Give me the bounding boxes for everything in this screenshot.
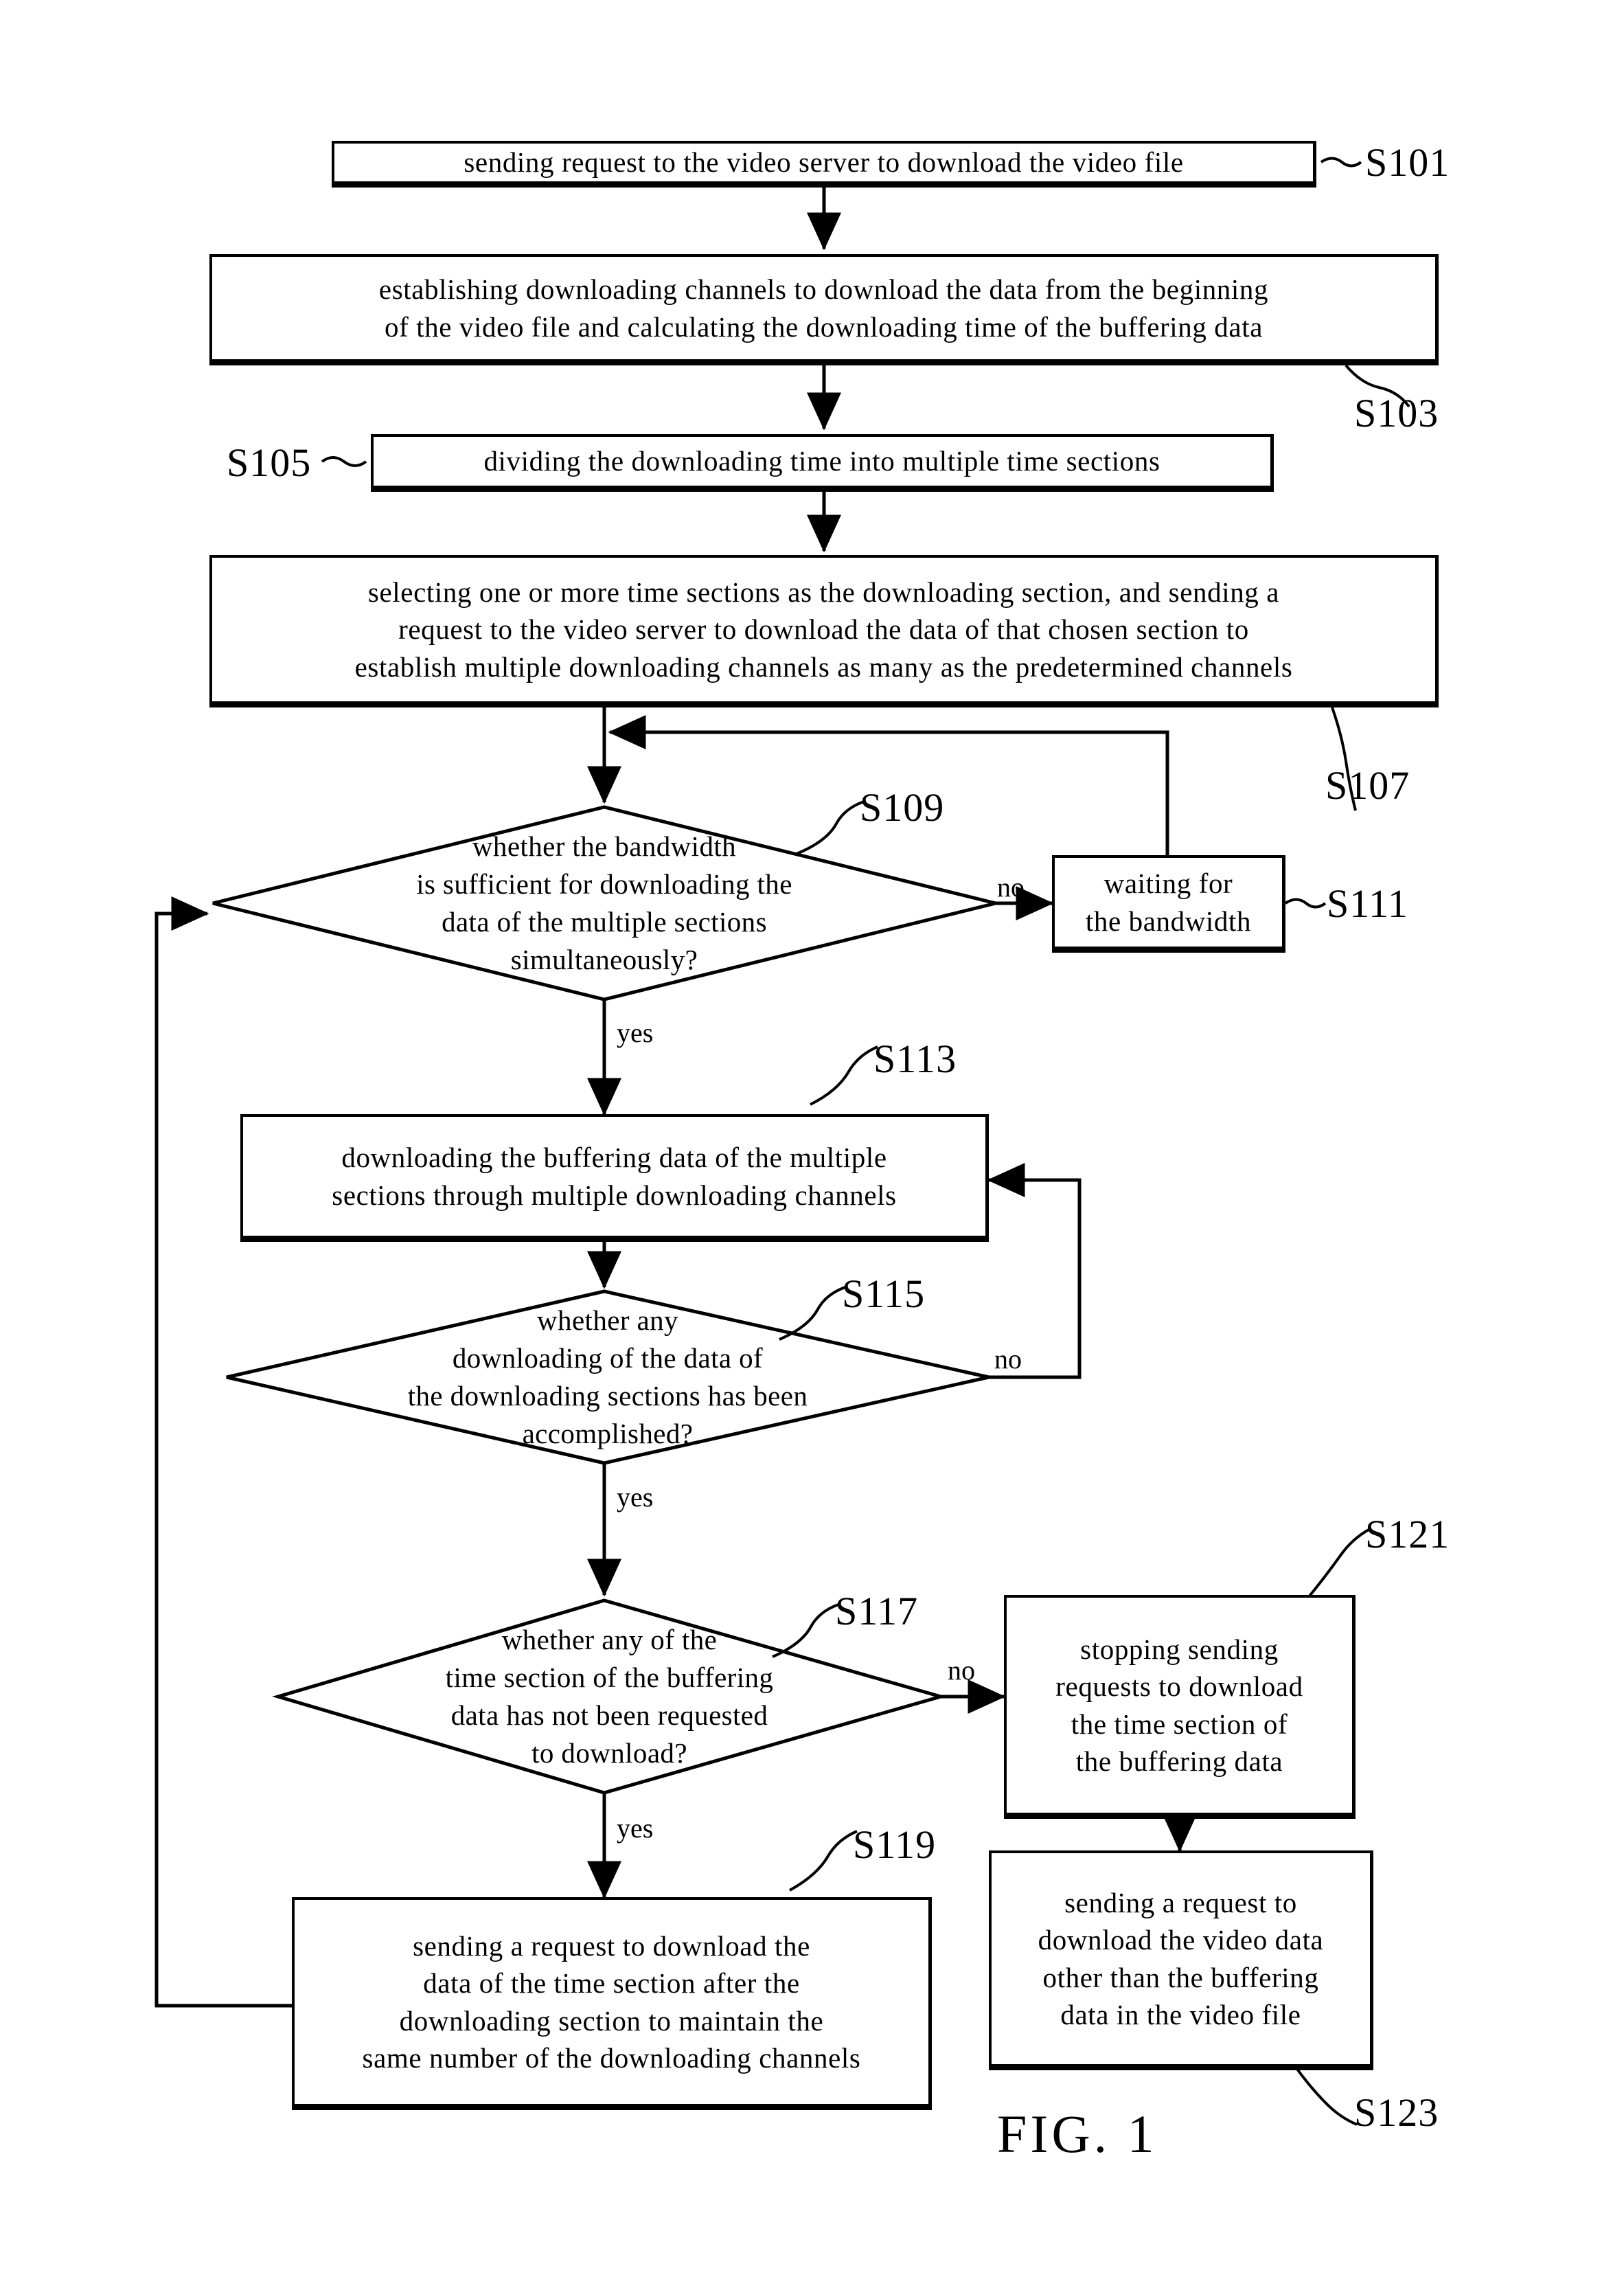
figure-sheet: sending request to the video server to d… bbox=[0, 0, 1624, 2288]
ref-label-s121: S121 bbox=[1365, 1512, 1450, 1556]
edge-label-s117-yes: yes bbox=[617, 1813, 654, 1844]
node-s103[interactable]: establishing downloading channels to dow… bbox=[209, 254, 1439, 365]
node-s123-text: sending a request to download the video … bbox=[1038, 1887, 1324, 2030]
leader-s101 bbox=[1320, 157, 1362, 168]
node-s119-text: sending a request to download the data o… bbox=[362, 1930, 861, 2074]
node-s103-text: establishing downloading channels to dow… bbox=[378, 273, 1269, 343]
leader-s105 bbox=[321, 456, 367, 467]
node-s121[interactable]: stopping sending requests to download th… bbox=[1004, 1595, 1356, 1819]
node-s109-text: whether the bandwidth is sufficient for … bbox=[416, 830, 792, 975]
ref-label-s113: S113 bbox=[873, 1037, 957, 1081]
edge-label-s109-no: no bbox=[997, 872, 1025, 903]
node-s105-text: dividing the downloading time into multi… bbox=[483, 445, 1160, 477]
node-s109[interactable]: whether the bandwidth is sufficient for … bbox=[213, 807, 996, 999]
node-s107-text: selecting one or more time sections as t… bbox=[354, 576, 1293, 683]
ref-label-s105: S105 bbox=[227, 440, 312, 485]
node-s111[interactable]: waiting for the bandwidth bbox=[1052, 855, 1285, 953]
ref-label-s107: S107 bbox=[1325, 763, 1410, 808]
ref-label-s103: S103 bbox=[1354, 391, 1439, 435]
node-s115[interactable]: whether any downloading of the data of t… bbox=[227, 1291, 989, 1463]
leader-s123 bbox=[1295, 2067, 1358, 2126]
edge-label-s115-no: no bbox=[994, 1344, 1022, 1374]
node-s123[interactable]: sending a request to download the video … bbox=[989, 1850, 1373, 2070]
figure-caption: FIG. 1 bbox=[997, 2104, 1158, 2164]
edge-label-s117-no: no bbox=[948, 1655, 975, 1686]
node-s111-text: waiting for the bandwidth bbox=[1085, 868, 1252, 937]
leader-s111 bbox=[1284, 898, 1327, 909]
node-s113-text: downloading the buffering data of the mu… bbox=[332, 1142, 897, 1211]
node-s105[interactable]: dividing the downloading time into multi… bbox=[371, 434, 1274, 492]
edge-label-s109-yes: yes bbox=[617, 1017, 654, 1048]
edge-label-s115-yes: yes bbox=[617, 1482, 654, 1513]
ref-label-s111: S111 bbox=[1327, 881, 1408, 926]
ref-label-s123: S123 bbox=[1354, 2090, 1439, 2135]
node-s113[interactable]: downloading the buffering data of the mu… bbox=[240, 1114, 989, 1242]
node-s107[interactable]: selecting one or more time sections as t… bbox=[209, 555, 1439, 707]
ref-label-s101: S101 bbox=[1365, 140, 1450, 185]
ref-label-s115: S115 bbox=[842, 1271, 926, 1316]
node-s115-text: whether any downloading of the data of t… bbox=[407, 1304, 808, 1449]
leader-s119 bbox=[789, 1830, 858, 1892]
ref-label-s119: S119 bbox=[853, 1822, 937, 1867]
leader-s113 bbox=[810, 1045, 878, 1106]
node-s121-text: stopping sending requests to download th… bbox=[1055, 1633, 1303, 1777]
leader-s121 bbox=[1307, 1528, 1371, 1599]
ref-label-s109: S109 bbox=[860, 785, 945, 830]
node-s101[interactable]: sending request to the video server to d… bbox=[332, 141, 1316, 188]
ref-label-s117: S117 bbox=[835, 1589, 919, 1633]
node-s101-text: sending request to the video server to d… bbox=[464, 146, 1184, 179]
node-s119[interactable]: sending a request to download the data o… bbox=[292, 1897, 932, 2110]
